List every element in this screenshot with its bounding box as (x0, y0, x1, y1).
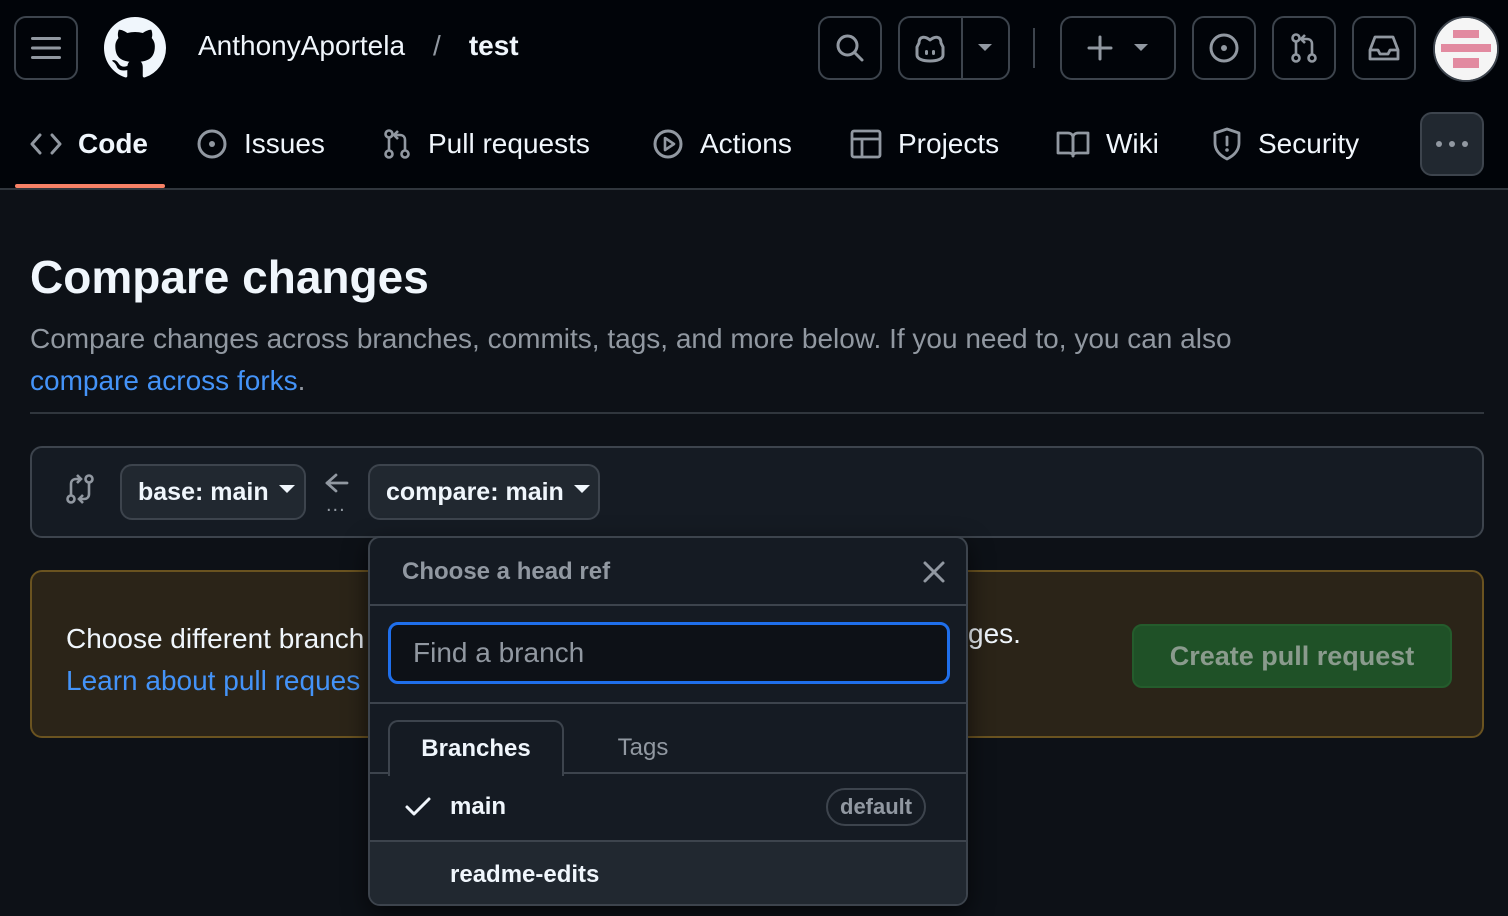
branch-item-main[interactable]: main default (370, 774, 966, 840)
git-compare-icon (66, 474, 94, 504)
play-icon (653, 129, 683, 159)
tab-actions-label: Actions (700, 128, 792, 159)
tab-issues-label: Issues (244, 128, 325, 159)
app-header: AnthonyAportela / test Code Issues Pull … (0, 0, 1508, 190)
pull-requests-button[interactable] (1272, 16, 1336, 80)
tab-code-label: Code (78, 128, 148, 159)
hamburger-icon (31, 37, 61, 59)
book-icon (1056, 131, 1090, 158)
page-subtitle: Compare changes across branches, commits… (30, 318, 1470, 402)
tab-wiki-label: Wiki (1106, 128, 1159, 159)
base-branch-label: base: main (138, 477, 269, 506)
tab-projects[interactable]: Projects (850, 118, 999, 170)
issue-opened-icon (1209, 33, 1239, 63)
copilot-button[interactable] (900, 18, 963, 78)
issues-button[interactable] (1192, 16, 1256, 80)
copilot-button-group (898, 16, 1010, 80)
learn-about-pull-requests-link[interactable]: Learn about pull reques (66, 665, 360, 696)
tab-security[interactable]: Security (1212, 118, 1359, 170)
tab-code[interactable]: Code (30, 118, 148, 170)
inbox-button[interactable] (1352, 16, 1416, 80)
branch-name: readme-edits (450, 861, 600, 888)
github-logo-icon[interactable] (104, 17, 166, 79)
tab-security-label: Security (1258, 128, 1360, 159)
copilot-icon (915, 35, 945, 63)
copilot-dropdown-button[interactable] (963, 18, 1008, 78)
check-icon (405, 797, 431, 816)
notice-body: Choose different branch Learn about pull… (66, 618, 364, 702)
branch-search-input[interactable] (388, 622, 950, 684)
tab-projects-label: Projects (898, 128, 1000, 159)
user-avatar[interactable] (1433, 16, 1499, 82)
search-icon (836, 34, 864, 62)
arrow-left-icon (325, 473, 349, 493)
tab-issues[interactable]: Issues (196, 118, 325, 170)
subtitle-text: Compare changes across branches, commits… (30, 323, 1232, 354)
inbox-icon (1368, 35, 1400, 61)
table-icon (850, 129, 882, 159)
avatar-image (1435, 18, 1497, 80)
tab-branches[interactable]: Branches (388, 720, 564, 776)
breadcrumb: AnthonyAportela / test (198, 30, 519, 62)
branch-name: main (450, 793, 507, 820)
divider (30, 412, 1484, 414)
create-new-button[interactable] (1060, 16, 1176, 80)
close-button[interactable] (920, 558, 948, 586)
create-pull-request-button[interactable]: Create pull request (1132, 624, 1452, 688)
tab-pull-requests[interactable]: Pull requests (382, 118, 590, 170)
triangle-down-icon (573, 485, 590, 493)
tab-pull-requests-label: Pull requests (428, 128, 590, 159)
range-dots: ... (326, 494, 346, 516)
menu-button[interactable] (14, 16, 78, 80)
compare-range-bar: base: main ... compare: main (30, 446, 1484, 538)
subtitle-period: . (297, 365, 306, 396)
notice-text: Choose different branch (66, 623, 365, 654)
tab-actions[interactable]: Actions (652, 118, 792, 170)
base-branch-select[interactable]: base: main (120, 464, 306, 520)
shield-icon (1213, 127, 1241, 161)
tab-tags[interactable]: Tags (588, 720, 698, 776)
default-badge: default (826, 788, 927, 826)
compare-across-forks-link[interactable]: compare across forks (30, 365, 298, 396)
git-pull-request-icon (384, 129, 410, 159)
compare-branch-label: compare: main (386, 477, 564, 506)
code-icon (30, 133, 62, 155)
branch-item-readme-edits[interactable]: readme-edits (370, 842, 966, 904)
tab-wiki[interactable]: Wiki (1056, 118, 1159, 170)
active-tab-indicator (15, 184, 165, 188)
triangle-down-icon (978, 44, 993, 51)
triangle-down-icon (1134, 44, 1148, 51)
search-button[interactable] (818, 16, 882, 80)
dropdown-divider (370, 604, 966, 606)
compare-branch-select[interactable]: compare: main (368, 464, 600, 520)
header-divider (1033, 28, 1035, 68)
owner-link[interactable]: AnthonyAportela (198, 30, 405, 62)
plus-icon (1087, 35, 1113, 61)
repo-link[interactable]: test (469, 30, 519, 62)
triangle-down-icon (278, 485, 295, 493)
page-title: Compare changes (30, 251, 429, 303)
more-tabs-button[interactable] (1420, 112, 1484, 176)
close-icon (923, 561, 945, 583)
notice-text-tail: ges. (968, 618, 1021, 649)
head-ref-dropdown: Choose a head ref Branches Tags main def… (368, 536, 968, 906)
breadcrumb-separator: / (433, 30, 441, 61)
dropdown-title: Choose a head ref (402, 558, 611, 585)
issue-opened-icon (197, 129, 227, 159)
git-pull-request-icon (1291, 33, 1317, 63)
kebab-horizontal-icon (1436, 141, 1468, 147)
